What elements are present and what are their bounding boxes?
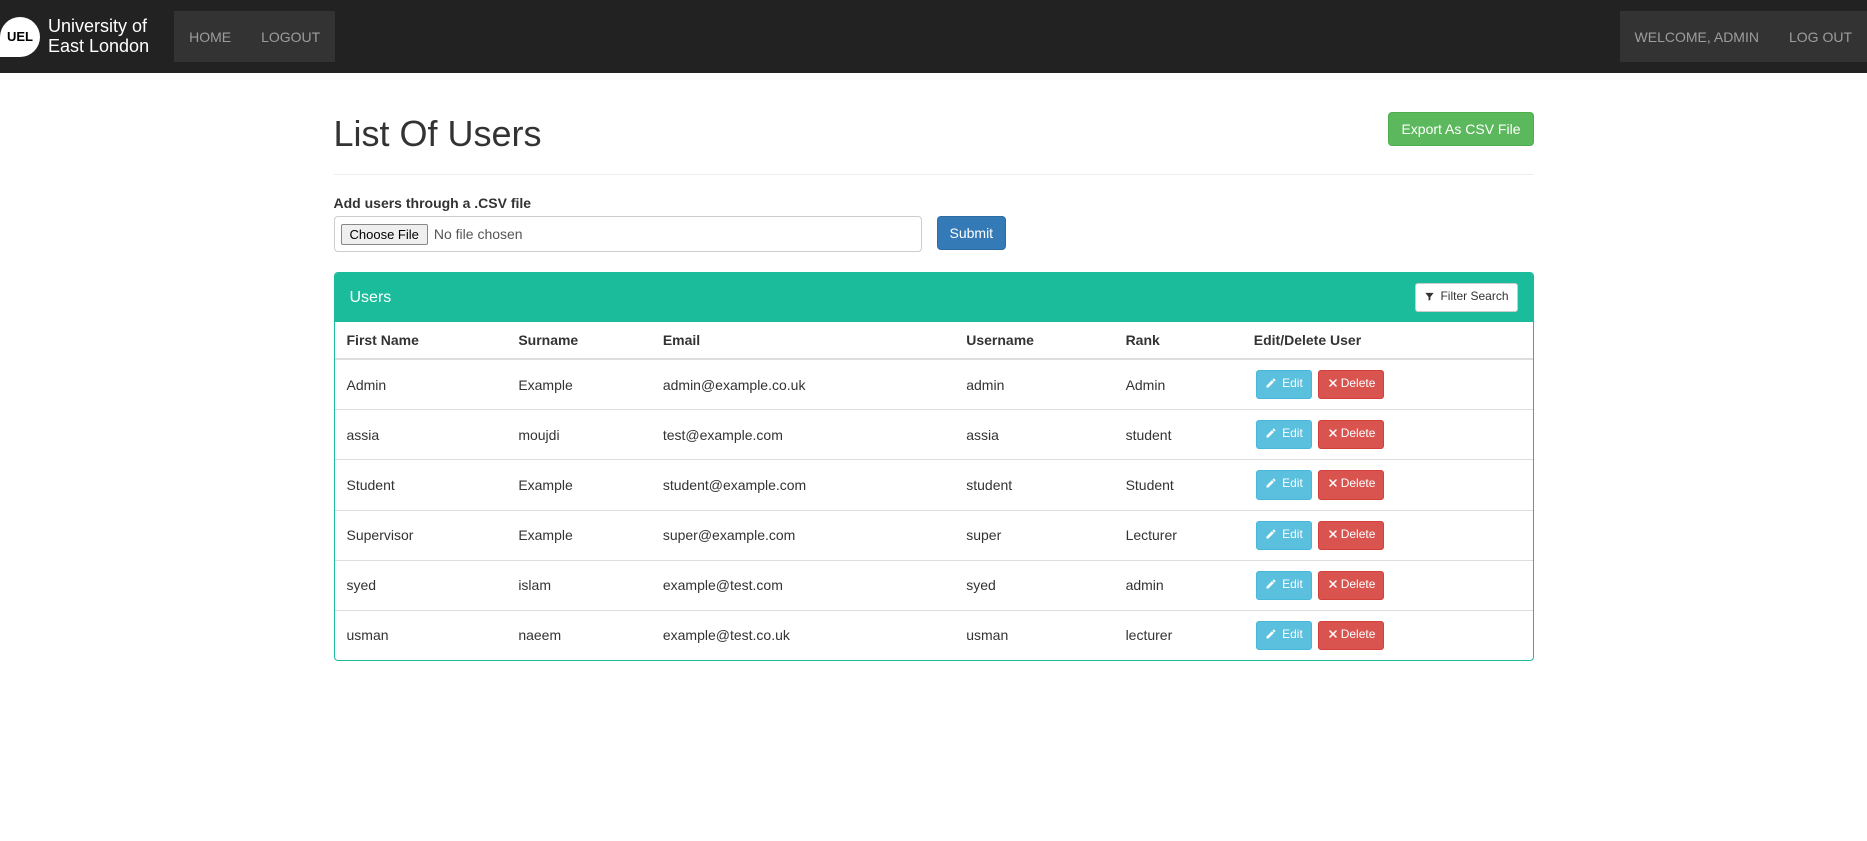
cell-rank: Student	[1118, 460, 1246, 510]
nav-home-link[interactable]: HOME	[174, 14, 246, 60]
cell-first_name: Admin	[335, 359, 511, 410]
cell-first_name: Student	[335, 460, 511, 510]
cell-email: example@test.com	[655, 560, 958, 610]
edit-icon	[1265, 427, 1277, 444]
brand-line1: University of	[48, 17, 149, 37]
file-chosen-text: No file chosen	[434, 226, 523, 242]
cell-rank: student	[1118, 410, 1246, 460]
cell-actions: Edit Delete	[1246, 510, 1533, 560]
cell-rank: Lecturer	[1118, 510, 1246, 560]
brand-text: University of East London	[48, 17, 149, 57]
cell-rank: lecturer	[1118, 610, 1246, 660]
page-title: List Of Users	[334, 113, 542, 155]
cell-username: usman	[958, 610, 1117, 660]
cell-surname: islam	[510, 560, 655, 610]
cell-email: example@test.co.uk	[655, 610, 958, 660]
close-icon	[1327, 477, 1339, 494]
upload-label: Add users through a .CSV file	[334, 195, 1534, 211]
delete-button[interactable]: Delete	[1318, 470, 1385, 499]
table-row: assiamoujditest@example.comassiastudent …	[335, 410, 1533, 460]
edit-button[interactable]: Edit	[1256, 420, 1312, 449]
edit-icon	[1265, 628, 1277, 645]
cell-username: syed	[958, 560, 1117, 610]
cell-surname: Example	[510, 359, 655, 410]
users-table: First Name Surname Email Username Rank E…	[335, 322, 1533, 660]
cell-surname: Example	[510, 460, 655, 510]
edit-icon	[1265, 578, 1277, 595]
cell-username: admin	[958, 359, 1117, 410]
edit-icon	[1265, 528, 1277, 545]
close-icon	[1327, 578, 1339, 595]
brand[interactable]: UEL University of East London	[0, 0, 164, 73]
close-icon	[1327, 427, 1339, 444]
cell-rank: Admin	[1118, 359, 1246, 410]
cell-rank: admin	[1118, 560, 1246, 610]
cell-email: super@example.com	[655, 510, 958, 560]
col-username: Username	[958, 322, 1117, 359]
close-icon	[1327, 528, 1339, 545]
top-navbar: UEL University of East London HOME LOGOU…	[0, 0, 1867, 73]
panel-heading: Users Filter Search	[335, 273, 1533, 322]
close-icon	[1327, 377, 1339, 394]
submit-button[interactable]: Submit	[937, 216, 1007, 250]
cell-surname: moujdi	[510, 410, 655, 460]
delete-button[interactable]: Delete	[1318, 621, 1385, 650]
cell-email: student@example.com	[655, 460, 958, 510]
delete-button[interactable]: Delete	[1318, 420, 1385, 449]
cell-actions: Edit Delete	[1246, 410, 1533, 460]
table-row: syedislamexample@test.comsyedadmin Edit …	[335, 560, 1533, 610]
export-csv-button[interactable]: Export As CSV File	[1388, 112, 1533, 146]
users-panel: Users Filter Search First Name Surname E…	[334, 272, 1534, 661]
cell-email: admin@example.co.uk	[655, 359, 958, 410]
nav-logout-link-right[interactable]: LOG OUT	[1774, 14, 1867, 60]
delete-button[interactable]: Delete	[1318, 571, 1385, 600]
nav-logout-link-left[interactable]: LOGOUT	[246, 14, 335, 60]
cell-surname: naeem	[510, 610, 655, 660]
col-surname: Surname	[510, 322, 655, 359]
cell-surname: Example	[510, 510, 655, 560]
edit-button[interactable]: Edit	[1256, 370, 1312, 399]
cell-first_name: syed	[335, 560, 511, 610]
col-first-name: First Name	[335, 322, 511, 359]
cell-actions: Edit Delete	[1246, 560, 1533, 610]
brand-badge: UEL	[0, 17, 40, 57]
delete-button[interactable]: Delete	[1318, 521, 1385, 550]
table-row: SupervisorExamplesuper@example.comsuperL…	[335, 510, 1533, 560]
file-input[interactable]: Choose File No file chosen	[334, 216, 922, 252]
filter-search-label: Filter Search	[1440, 289, 1508, 303]
table-row: AdminExampleadmin@example.co.ukadminAdmi…	[335, 359, 1533, 410]
cell-actions: Edit Delete	[1246, 359, 1533, 410]
delete-button[interactable]: Delete	[1318, 370, 1385, 399]
choose-file-button[interactable]: Choose File	[341, 224, 428, 245]
col-actions: Edit/Delete User	[1246, 322, 1533, 359]
nav-left-group: HOME LOGOUT	[174, 11, 335, 62]
panel-title: Users	[350, 289, 392, 307]
cell-actions: Edit Delete	[1246, 610, 1533, 660]
cell-username: super	[958, 510, 1117, 560]
edit-icon	[1265, 377, 1277, 394]
brand-line2: East London	[48, 37, 149, 57]
edit-button[interactable]: Edit	[1256, 621, 1312, 650]
close-icon	[1327, 628, 1339, 645]
cell-actions: Edit Delete	[1246, 460, 1533, 510]
cell-username: student	[958, 460, 1117, 510]
table-row: StudentExamplestudent@example.comstudent…	[335, 460, 1533, 510]
filter-search-button[interactable]: Filter Search	[1415, 283, 1517, 312]
col-email: Email	[655, 322, 958, 359]
nav-welcome-link[interactable]: WELCOME, ADMIN	[1620, 14, 1774, 60]
cell-username: assia	[958, 410, 1117, 460]
edit-icon	[1265, 477, 1277, 494]
table-row: usmannaeemexample@test.co.ukusmanlecture…	[335, 610, 1533, 660]
edit-button[interactable]: Edit	[1256, 571, 1312, 600]
cell-first_name: assia	[335, 410, 511, 460]
col-rank: Rank	[1118, 322, 1246, 359]
edit-button[interactable]: Edit	[1256, 521, 1312, 550]
cell-first_name: usman	[335, 610, 511, 660]
filter-icon	[1424, 290, 1435, 307]
cell-first_name: Supervisor	[335, 510, 511, 560]
cell-email: test@example.com	[655, 410, 958, 460]
edit-button[interactable]: Edit	[1256, 470, 1312, 499]
nav-right-group: WELCOME, ADMIN LOG OUT	[1620, 11, 1867, 62]
